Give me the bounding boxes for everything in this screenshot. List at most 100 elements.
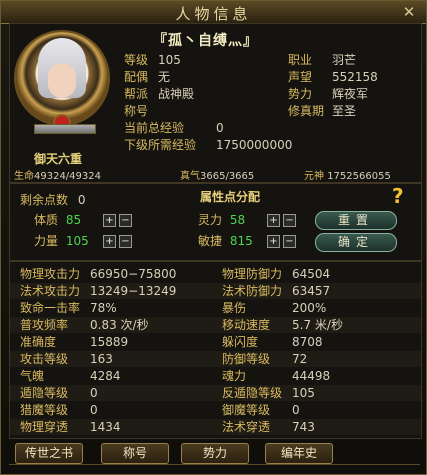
help-icon[interactable]: ?: [392, 184, 404, 208]
level-progress-bar: [34, 124, 96, 134]
info-value: 至圣: [332, 104, 357, 118]
info-value: 辉夜军: [332, 87, 369, 101]
liliang-label: 力量: [34, 234, 59, 248]
reset-button[interactable]: 重置: [315, 211, 397, 230]
zhenqi-readout: 真气3665/3665: [180, 167, 254, 182]
stat-label: 躲闪度: [222, 335, 259, 349]
info-class: 职业: [288, 52, 312, 68]
stat-value: 743: [292, 420, 315, 434]
stat-value: 5.7 米/秒: [292, 318, 343, 332]
stat-value: 105: [292, 386, 315, 400]
info-key: 等级: [124, 53, 149, 67]
stat-label: 准确度: [20, 335, 57, 349]
stat-label: 物理穿透: [20, 420, 69, 434]
realm-label: 御天六重: [34, 152, 83, 166]
remaining-label: 剩余点数: [20, 193, 69, 207]
tizhi-value: 85: [65, 213, 82, 227]
stat-value: 66950−75800: [90, 267, 177, 281]
stat-value: 63457: [292, 284, 331, 298]
attr-minjie: 敏捷 815: [198, 233, 253, 249]
minjie-minus-button[interactable]: −: [283, 235, 296, 248]
tab-legend-book[interactable]: 传世之书: [15, 443, 83, 464]
tizhi-minus-button[interactable]: −: [119, 214, 132, 227]
liliang-minus-button[interactable]: −: [119, 235, 132, 248]
info-key: 声望: [288, 70, 313, 84]
stat-value: 15889: [90, 335, 129, 349]
stat-label: 法术防御力: [222, 284, 283, 298]
confirm-button[interactable]: 确定: [315, 233, 397, 252]
stat-label: 防御等级: [222, 352, 271, 366]
stat-label: 攻击等级: [20, 352, 69, 366]
info-faction-value: 辉夜军: [332, 86, 368, 102]
info-key: 势力: [288, 87, 313, 101]
stat-value: 0: [292, 403, 300, 417]
stat-label: 致命一击率: [20, 301, 81, 315]
zhenqi-label: 真气: [180, 171, 200, 182]
info-cultivation: 修真期: [288, 103, 324, 119]
stat-value: 13249−13249: [90, 284, 177, 298]
hp-readout: 生命49324/49324: [14, 167, 101, 182]
info-next-exp: 下级所需经验: [124, 137, 196, 153]
info-value: 1750000000: [216, 138, 293, 152]
stat-label: 御魔等级: [222, 403, 271, 417]
stat-label: 遁隐等级: [20, 386, 69, 400]
hp-value: 49324/49324: [34, 171, 101, 182]
avatar-face: [48, 64, 76, 98]
info-next-exp-value: 1750000000: [216, 137, 292, 153]
stat-label: 法术攻击力: [20, 284, 81, 298]
tizhi-label: 体质: [34, 213, 59, 227]
stat-value: 78%: [90, 301, 117, 315]
close-icon[interactable]: ✕: [400, 3, 418, 21]
level-progress-fill: [35, 125, 95, 133]
liliang-value: 105: [65, 234, 89, 248]
lingli-minus-button[interactable]: −: [283, 214, 296, 227]
info-value: 0: [216, 121, 224, 135]
tizhi-plus-button[interactable]: +: [103, 214, 116, 227]
tab-titles[interactable]: 称号: [101, 443, 169, 464]
stat-label: 法术穿透: [222, 420, 271, 434]
info-reputation: 声望: [288, 69, 312, 85]
minjie-plus-button[interactable]: +: [267, 235, 280, 248]
stat-value: 200%: [292, 301, 327, 315]
info-class-value: 羽芒: [332, 52, 356, 68]
stat-value: 0: [90, 386, 98, 400]
info-value: 552158: [332, 70, 378, 84]
info-spouse: 配偶: [124, 69, 148, 85]
stat-label: 移动速度: [222, 318, 271, 332]
info-spouse-value: 无: [158, 69, 170, 85]
tab-faction[interactable]: 势力: [181, 443, 249, 464]
info-level-value: 105: [158, 52, 181, 68]
stats-table: 物理攻击力 66950−75800 物理防御力 64504 法术攻击力 13249−132…: [9, 261, 422, 439]
tab-chronicle[interactable]: 编年史: [265, 443, 333, 464]
title-bar[interactable]: 人物信息 ✕: [1, 1, 426, 24]
table-row: 物理攻击力 66950−75800 物理防御力 64504: [10, 266, 421, 282]
stat-value: 4284: [90, 369, 121, 383]
info-key: 称号: [124, 104, 149, 118]
minjie-value: 815: [229, 234, 253, 248]
info-key: 修真期: [288, 104, 325, 118]
lingli-controls: + −: [264, 212, 296, 228]
info-value: 羽芒: [332, 53, 357, 67]
info-title: 称号: [124, 103, 148, 119]
table-row: 法术攻击力 13249−13249 法术防御力 63457: [10, 283, 421, 299]
stat-value: 1434: [90, 420, 121, 434]
table-row: 致命一击率 78% 暴伤 200%: [10, 300, 421, 316]
stat-label: 气魄: [20, 369, 45, 383]
table-row: 准确度 15889 躲闪度 8708: [10, 334, 421, 350]
tizhi-controls: + −: [100, 212, 132, 228]
table-row: 气魄 4284 魂力 44498: [10, 368, 421, 384]
yuanshen-readout: 元神 1752566055: [304, 167, 391, 182]
info-value: 105: [158, 53, 181, 67]
window-title: 人物信息: [175, 5, 252, 23]
attribute-title: 属性点分配: [200, 190, 261, 204]
attribute-allocation: 剩余点数 0 属性点分配 ? 体质 85 + − 力量 105 + − 灵力 58 …: [9, 183, 422, 261]
stat-label: 暴伤: [222, 301, 247, 315]
liliang-plus-button[interactable]: +: [103, 235, 116, 248]
minjie-controls: + −: [264, 233, 296, 249]
info-value: 无: [158, 70, 171, 84]
attr-liliang: 力量 105: [34, 233, 89, 249]
info-exp: 当前总经验: [124, 120, 184, 136]
lingli-plus-button[interactable]: +: [267, 214, 280, 227]
info-guild-value[interactable]: 战神殿: [158, 86, 194, 102]
info-exp-value: 0: [216, 120, 224, 136]
